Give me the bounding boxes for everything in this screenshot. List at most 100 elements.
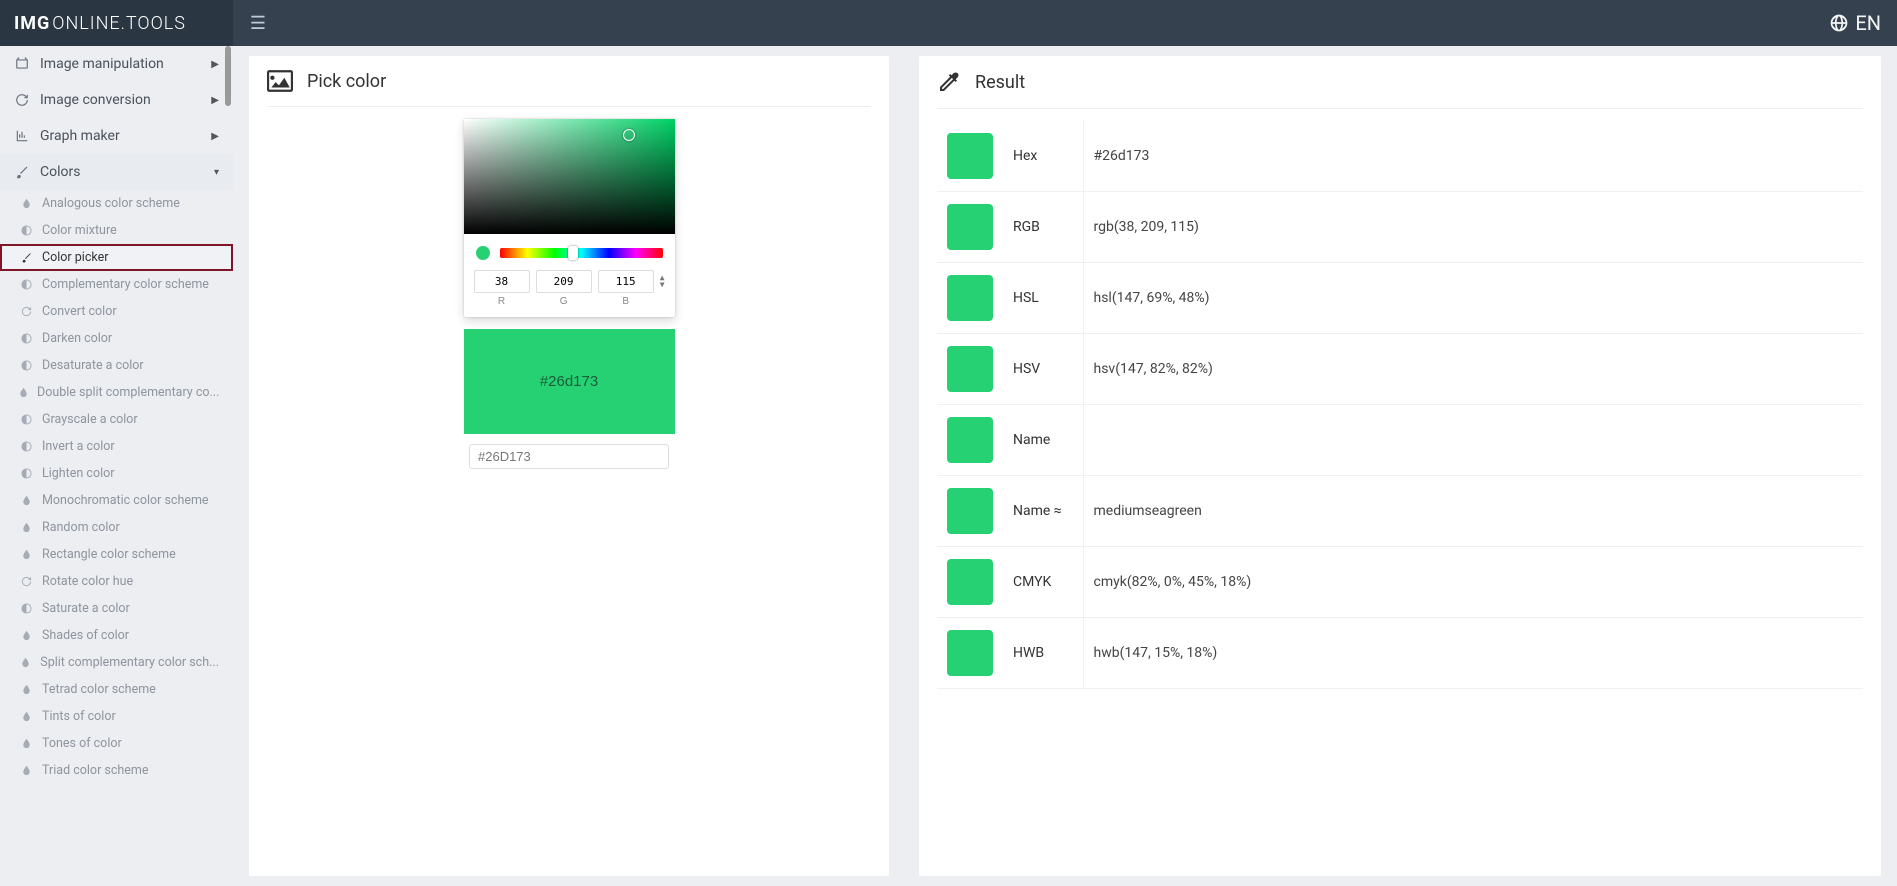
topbar: IMGONLINE.TOOLS ☰ EN	[0, 0, 1897, 46]
sub-item-label: Double split complementary co...	[37, 385, 219, 400]
hue-slider-track[interactable]	[500, 248, 663, 258]
result-row: Name	[937, 405, 1863, 476]
color-swatch	[947, 346, 993, 392]
eyedropper-icon	[937, 70, 961, 94]
sidebar-sub-item[interactable]: Color picker	[0, 244, 233, 271]
sidebar-sub-item[interactable]: Analogous color scheme	[0, 190, 233, 217]
sidebar-sub-item[interactable]: Split complementary color sch...	[0, 649, 233, 676]
sidebar-sub-item[interactable]: Rotate color hue	[0, 568, 233, 595]
color-swatch	[947, 630, 993, 676]
pick-title-text: Pick color	[307, 71, 386, 92]
sidebar-sub-item[interactable]: Tones of color	[0, 730, 233, 757]
g-input[interactable]	[536, 270, 592, 293]
half-icon	[18, 414, 34, 425]
color-picker: R G B ▲ ▼	[464, 119, 675, 317]
sidebar-sub-item[interactable]: Lighten color	[0, 460, 233, 487]
sidebar-sub-item[interactable]: Saturate a color	[0, 595, 233, 622]
drop-icon	[18, 684, 34, 695]
sidebar-sub-item[interactable]: Random color	[0, 514, 233, 541]
r-input[interactable]	[474, 270, 530, 293]
logo[interactable]: IMGONLINE.TOOLS	[0, 0, 233, 46]
nav-graph-maker[interactable]: Graph maker ▶	[0, 118, 233, 154]
row-value: cmyk(82%, 0%, 45%, 18%)	[1083, 547, 1863, 618]
nav-label: Image conversion	[40, 92, 151, 108]
row-value: #26d173	[1083, 121, 1863, 192]
nav-colors[interactable]: Colors ▾	[0, 154, 233, 190]
sidebar-sub-item[interactable]: Shades of color	[0, 622, 233, 649]
half-icon	[18, 360, 34, 371]
caret-right-icon: ▶	[211, 131, 219, 142]
sidebar-sub-item[interactable]: Triad color scheme	[0, 757, 233, 784]
swatch-hex-label: #26d173	[540, 373, 598, 390]
language-label: EN	[1855, 11, 1881, 35]
nav-image-manipulation[interactable]: Image manipulation ▶	[0, 46, 233, 82]
drop-icon	[18, 738, 34, 749]
saturation-field[interactable]	[464, 119, 675, 234]
sub-item-label: Desaturate a color	[42, 358, 144, 373]
sidebar-sub-item[interactable]: Grayscale a color	[0, 406, 233, 433]
row-label: Name ≈	[1003, 476, 1083, 547]
sub-item-label: Saturate a color	[42, 601, 130, 616]
result-card: Result Hex#26d173RGBrgb(38, 209, 115)HSL…	[919, 56, 1881, 876]
menu-toggle-button[interactable]: ☰	[233, 0, 283, 46]
row-value: hsl(147, 69%, 48%)	[1083, 263, 1863, 334]
color-swatch	[947, 133, 993, 179]
drop-icon	[18, 657, 32, 668]
nav-label: Graph maker	[40, 128, 120, 144]
sidebar-sub-item[interactable]: Convert color	[0, 298, 233, 325]
nav-image-conversion[interactable]: Image conversion ▶	[0, 82, 233, 118]
r-label: R	[498, 296, 505, 307]
sub-item-label: Grayscale a color	[42, 412, 138, 427]
sub-item-label: Color mixture	[42, 223, 117, 238]
sidebar-sub-item[interactable]: Darken color	[0, 325, 233, 352]
chevron-down-icon: ▼	[660, 281, 665, 288]
hex-input[interactable]	[469, 444, 669, 469]
sub-item-label: Analogous color scheme	[42, 196, 180, 211]
b-input[interactable]	[598, 270, 654, 293]
caret-right-icon: ▶	[211, 95, 219, 106]
language-selector[interactable]: EN	[1829, 11, 1897, 35]
sub-item-label: Darken color	[42, 331, 112, 346]
current-color-dot	[476, 246, 490, 260]
sidebar-sub-item[interactable]: Tints of color	[0, 703, 233, 730]
sub-item-label: Invert a color	[42, 439, 115, 454]
sidebar-sub-item[interactable]: Invert a color	[0, 433, 233, 460]
refresh-icon	[18, 306, 34, 317]
drop-icon	[18, 495, 34, 506]
drop-icon	[18, 630, 34, 641]
sidebar-sub-item[interactable]: Double split complementary co...	[0, 379, 233, 406]
saturation-pointer[interactable]	[623, 129, 635, 141]
sidebar-sub-item[interactable]: Rectangle color scheme	[0, 541, 233, 568]
result-row: CMYKcmyk(82%, 0%, 45%, 18%)	[937, 547, 1863, 618]
result-row: HWBhwb(147, 15%, 18%)	[937, 618, 1863, 689]
sidebar-sub-item[interactable]: Desaturate a color	[0, 352, 233, 379]
row-label: Hex	[1003, 121, 1083, 192]
row-value: mediumseagreen	[1083, 476, 1863, 547]
globe-icon	[1829, 13, 1849, 33]
nav-label: Image manipulation	[40, 56, 164, 72]
row-label: CMYK	[1003, 547, 1083, 618]
half-icon	[18, 603, 34, 614]
sidebar-sub-item[interactable]: Monochromatic color scheme	[0, 487, 233, 514]
b-label: B	[622, 296, 629, 307]
drop-icon	[18, 765, 34, 776]
color-mode-toggle[interactable]: ▲ ▼	[660, 270, 665, 288]
hue-slider-thumb[interactable]	[568, 246, 578, 260]
sidebar-sub-item[interactable]: Color mixture	[0, 217, 233, 244]
refresh-icon	[14, 93, 30, 107]
half-icon	[18, 441, 34, 452]
chart-icon	[14, 129, 30, 143]
hamburger-icon: ☰	[250, 13, 266, 34]
caret-down-icon: ▾	[214, 167, 219, 178]
brush-icon	[14, 165, 30, 179]
half-icon	[18, 333, 34, 344]
sidebar-sub-item[interactable]: Tetrad color scheme	[0, 676, 233, 703]
sub-item-label: Lighten color	[42, 466, 114, 481]
sidebar-sub-item[interactable]: Complementary color scheme	[0, 271, 233, 298]
scrollbar-thumb[interactable]	[225, 46, 231, 106]
sub-item-label: Tetrad color scheme	[42, 682, 156, 697]
crop-icon	[14, 57, 30, 71]
result-row: HSVhsv(147, 82%, 82%)	[937, 334, 1863, 405]
pick-color-card: Pick color R	[249, 56, 889, 876]
card-title: Pick color	[267, 70, 871, 107]
